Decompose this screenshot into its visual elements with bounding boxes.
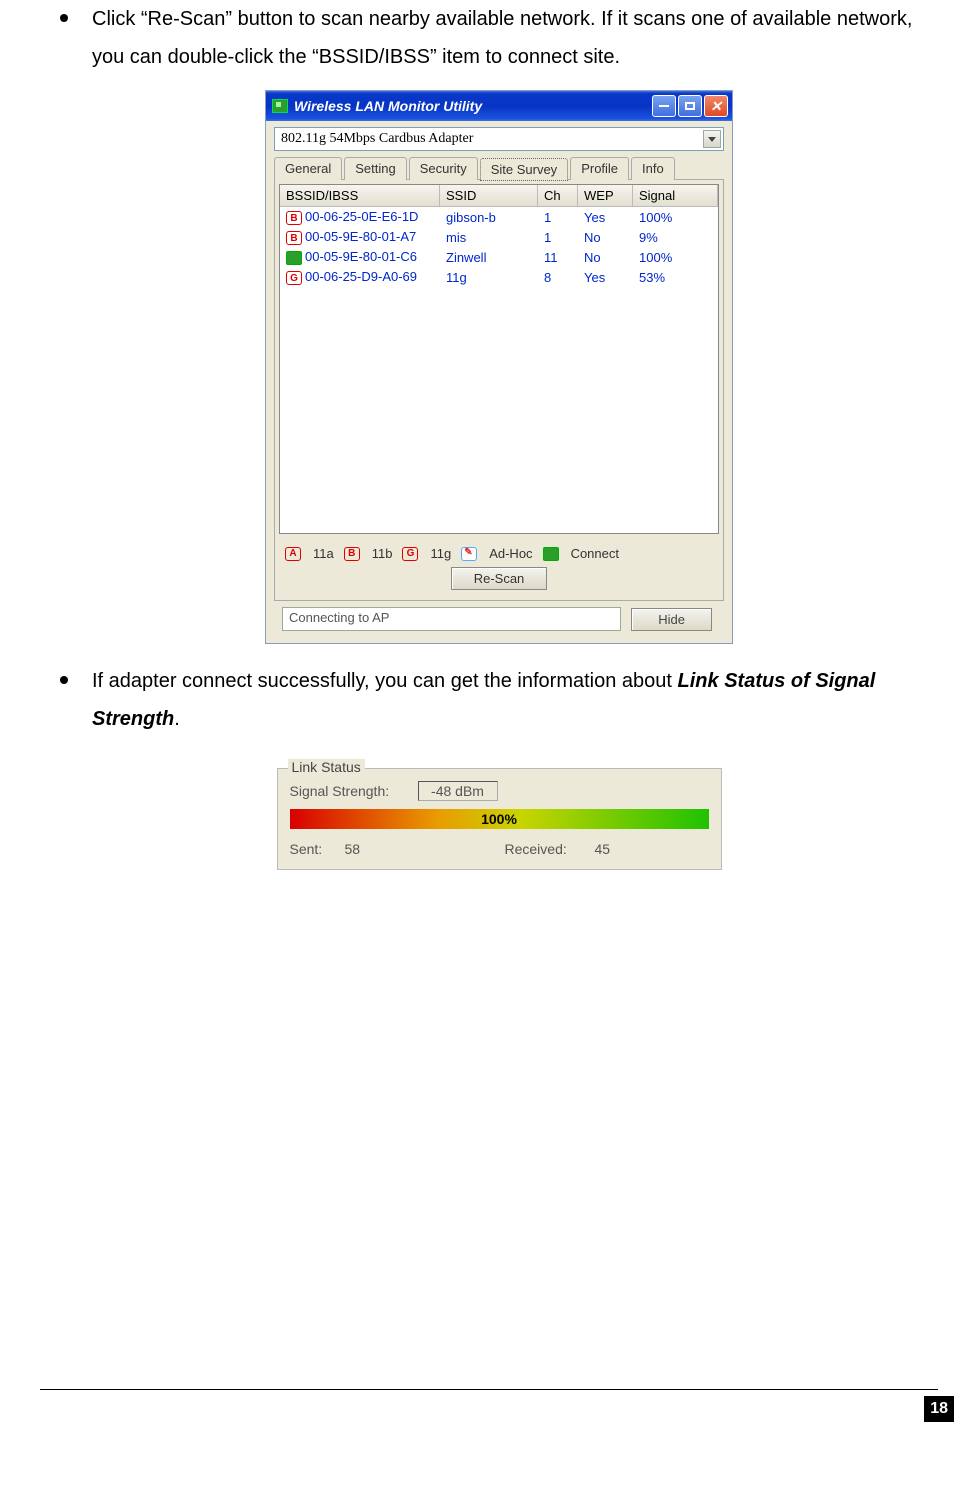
cell-bssid: 00-06-25-0E-E6-1D (305, 209, 418, 224)
legend-adhoc-icon (461, 547, 477, 561)
network-row[interactable]: .00-05-9E-80-01-C6 Zinwell 11 No 100% (280, 247, 718, 267)
legend-adhoc-label: Ad-Hoc (489, 546, 532, 561)
legend-a-icon: A (285, 547, 301, 561)
cell-wep: Yes (578, 270, 633, 285)
instruction-text-end: . (174, 708, 180, 730)
net-g-icon: G (286, 271, 302, 285)
signal-percent-bar: 100% (290, 809, 709, 829)
cell-signal: 100% (633, 250, 718, 265)
site-survey-panel: BSSID/IBSS SSID Ch WEP Signal B00-06-25-… (274, 179, 724, 601)
cell-ch: 1 (538, 230, 578, 245)
adapter-dropdown[interactable]: 802.11g 54Mbps Cardbus Adapter (274, 127, 724, 151)
instruction-text: If adapter connect successfully, you can… (92, 670, 678, 692)
header-signal[interactable]: Signal (633, 185, 718, 206)
received-label: Received: (505, 841, 595, 857)
link-status-legend: Link Status (288, 759, 365, 775)
tab-general[interactable]: General (274, 157, 342, 180)
maximize-button[interactable] (678, 95, 702, 117)
cell-ssid: mis (440, 230, 538, 245)
app-icon (272, 99, 288, 113)
tab-site-survey[interactable]: Site Survey (480, 158, 568, 181)
net-connected-icon: . (286, 251, 302, 265)
net-b-icon: B (286, 231, 302, 245)
cell-signal: 9% (633, 230, 718, 245)
cell-ssid: 11g (440, 270, 538, 285)
network-row[interactable]: B00-05-9E-80-01-A7 mis 1 No 9% (280, 227, 718, 247)
status-text: Connecting to AP (282, 607, 621, 631)
legend-connect-label: Connect (571, 546, 619, 561)
signal-strength-label: Signal Strength: (290, 783, 408, 799)
rescan-button[interactable]: Re-Scan (451, 567, 548, 590)
received-value: 45 (595, 841, 611, 857)
hide-button[interactable]: Hide (631, 608, 712, 631)
header-ssid[interactable]: SSID (440, 185, 538, 206)
chevron-down-icon[interactable] (703, 130, 721, 148)
window-title: Wireless LAN Monitor Utility (294, 98, 482, 114)
close-button[interactable]: ✕ (704, 95, 728, 117)
signal-strength-value: -48 dBm (418, 781, 498, 801)
window-titlebar[interactable]: Wireless LAN Monitor Utility ✕ (266, 91, 732, 121)
cell-wep: No (578, 250, 633, 265)
tab-strip: General Setting Security Site Survey Pro… (274, 157, 724, 180)
tab-setting[interactable]: Setting (344, 157, 406, 180)
cell-ssid: gibson-b (440, 210, 538, 225)
legend-a-label: 11a (313, 546, 334, 561)
tab-security[interactable]: Security (409, 157, 478, 180)
tab-info[interactable]: Info (631, 157, 675, 180)
adapter-dropdown-value: 802.11g 54Mbps Cardbus Adapter (281, 131, 473, 147)
cell-wep: Yes (578, 210, 633, 225)
header-ch[interactable]: Ch (538, 185, 578, 206)
network-row[interactable]: B00-06-25-0E-E6-1D gibson-b 1 Yes 100% (280, 207, 718, 227)
legend-b-label: 11b (372, 546, 393, 561)
network-listview[interactable]: BSSID/IBSS SSID Ch WEP Signal B00-06-25-… (279, 184, 719, 534)
bullet-icon (60, 676, 68, 684)
cell-ch: 8 (538, 270, 578, 285)
tab-profile[interactable]: Profile (570, 157, 629, 180)
cell-bssid: 00-05-9E-80-01-A7 (305, 229, 416, 244)
legend-connect-icon (543, 547, 559, 561)
header-wep[interactable]: WEP (578, 185, 633, 206)
page-number: 18 (924, 1396, 954, 1422)
cell-ch: 1 (538, 210, 578, 225)
legend-row: A 11a B 11b G 11g Ad-Hoc Connect (275, 538, 723, 567)
bullet-icon (60, 14, 68, 22)
legend-g-icon: G (402, 547, 418, 561)
sent-value: 58 (345, 841, 425, 857)
legend-g-label: 11g (430, 546, 451, 561)
legend-b-icon: B (344, 547, 360, 561)
link-status-panel: Link Status Signal Strength: -48 dBm 100… (277, 768, 722, 870)
cell-ch: 11 (538, 250, 578, 265)
cell-ssid: Zinwell (440, 250, 538, 265)
cell-signal: 53% (633, 270, 718, 285)
instruction-linkstatus: If adapter connect successfully, you can… (92, 662, 938, 738)
instruction-rescan: Click “Re-Scan” button to scan nearby av… (92, 0, 938, 76)
cell-wep: No (578, 230, 633, 245)
cell-bssid: 00-05-9E-80-01-C6 (305, 249, 417, 264)
header-bssid[interactable]: BSSID/IBSS (280, 185, 440, 206)
sent-label: Sent: (290, 841, 345, 857)
wlan-monitor-window: Wireless LAN Monitor Utility ✕ 802.11g 5… (265, 90, 733, 644)
cell-signal: 100% (633, 210, 718, 225)
minimize-button[interactable] (652, 95, 676, 117)
listview-header[interactable]: BSSID/IBSS SSID Ch WEP Signal (280, 185, 718, 207)
network-row[interactable]: G00-06-25-D9-A0-69 11g 8 Yes 53% (280, 267, 718, 287)
cell-bssid: 00-06-25-D9-A0-69 (305, 269, 417, 284)
net-b-icon: B (286, 211, 302, 225)
footer-divider (40, 1389, 938, 1390)
